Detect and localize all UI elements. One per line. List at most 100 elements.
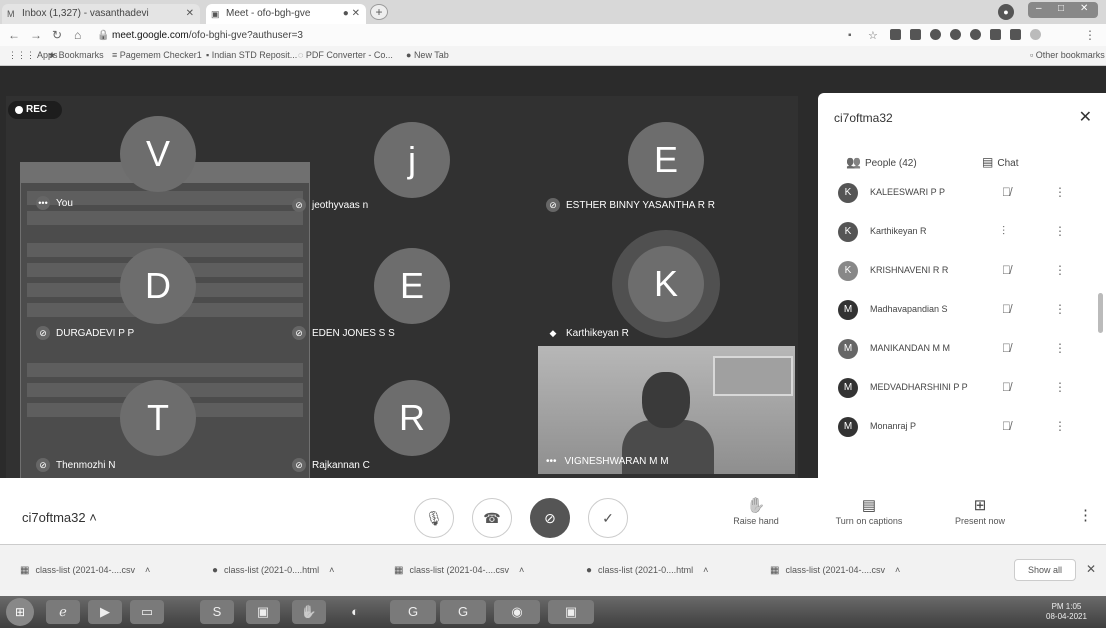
app-icon[interactable]: ✋ xyxy=(292,600,326,624)
extension-icon[interactable] xyxy=(890,29,901,40)
chevron-up-icon[interactable]: ˄ xyxy=(145,565,150,575)
tab-people[interactable]: 👥 People (42) xyxy=(846,155,917,169)
extension-icon[interactable] xyxy=(910,29,921,40)
list-item[interactable]: M MEDVADHARSHINI P P 🎙̸ ⋮ xyxy=(818,372,1094,411)
speaking-icon: ◆ xyxy=(549,328,557,338)
profile-icon[interactable]: ● xyxy=(998,4,1014,20)
menu-icon[interactable]: ⋮ xyxy=(1084,28,1096,42)
chevron-up-icon[interactable]: ˄ xyxy=(703,565,708,575)
bookmark-indian-std[interactable]: ▪ Indian STD Reposit... xyxy=(206,50,297,60)
chevron-up-icon[interactable]: ˄ xyxy=(329,565,334,575)
mic-off-icon: 🎙̸ xyxy=(1002,263,1011,277)
participant-video: ••• VIGNESHWARAN M M xyxy=(538,346,795,474)
start-button[interactable]: ⊞ xyxy=(6,598,34,626)
new-tab-button[interactable]: + xyxy=(370,4,388,20)
list-item[interactable]: K Karthikeyan R ⫶ ⋮ xyxy=(818,216,1094,255)
image-viewer-icon[interactable]: ▣ xyxy=(246,600,280,624)
extension-icon[interactable] xyxy=(990,29,1001,40)
camera-button[interactable]: ⊘ xyxy=(530,498,570,538)
reload-icon[interactable]: ↻ xyxy=(52,28,62,42)
more-icon[interactable]: ⋮ xyxy=(1054,224,1066,238)
scrollbar[interactable] xyxy=(1098,293,1103,333)
meeting-controls-bar: ci7oftma32 ˄ 🎙 ☎ ⊘ ✓ ✋ Raise hand ▤ Turn o… xyxy=(0,478,1106,544)
close-icon[interactable]: ✕ xyxy=(186,8,194,19)
list-item[interactable]: M Madhavapandian S 🎙̸ ⋮ xyxy=(818,294,1094,333)
bookmark-bookmarks[interactable]: ★ Bookmarks xyxy=(48,50,104,61)
chevron-up-icon[interactable]: ˄ xyxy=(895,565,900,575)
back-icon[interactable]: ← xyxy=(8,28,20,42)
lock-icon[interactable]: 🔒 xyxy=(97,30,109,41)
extension-icon[interactable] xyxy=(930,29,941,40)
avatar-icon[interactable] xyxy=(1030,29,1041,40)
extension-icon[interactable] xyxy=(950,29,961,40)
download-item[interactable]: ● class-list (2021-0....html ˄ xyxy=(212,565,334,576)
list-item[interactable]: K KRISHNAVENI R R 🎙̸ ⋮ xyxy=(818,255,1094,294)
app-icon[interactable]: S xyxy=(200,600,234,624)
present-icon: ⊞ xyxy=(973,497,987,514)
list-item[interactable]: M Monanraj P 🎙̸ ⋮ xyxy=(818,411,1094,450)
tab-inbox[interactable]: M Inbox (1,327) - vasanthadevi ✕ xyxy=(2,4,200,24)
tab-chat[interactable]: ▤ Chat xyxy=(982,155,1018,169)
chrome-icon[interactable]: G xyxy=(440,600,486,624)
close-icon[interactable]: ● ✕ xyxy=(343,8,360,19)
app-icon[interactable]: ◉ xyxy=(494,600,540,624)
more-icon[interactable]: ••• xyxy=(546,456,557,467)
close-icon[interactable]: ✕ xyxy=(1079,107,1092,127)
show-all-button[interactable]: Show all xyxy=(1014,559,1076,581)
more-icon[interactable]: ⋮ xyxy=(1054,302,1066,316)
more-icon[interactable]: ⋮ xyxy=(1054,341,1066,355)
app-icon[interactable]: ▣ xyxy=(548,600,594,624)
maximize-icon[interactable]: □ xyxy=(1058,3,1064,14)
panel-title: ci7oftma32 xyxy=(834,111,893,125)
media-player-icon[interactable]: ▶ xyxy=(88,600,122,624)
participant-avatar: V xyxy=(120,116,196,192)
close-window-icon[interactable]: ✕ xyxy=(1080,3,1088,14)
check-button[interactable]: ✓ xyxy=(588,498,628,538)
bookmark-other[interactable]: ▫ Other bookmarks xyxy=(1030,50,1105,60)
download-item[interactable]: ▦ class-list (2021-04-....csv ˄ xyxy=(20,565,150,576)
forward-icon[interactable]: → xyxy=(30,28,42,42)
more-icon[interactable]: ⋮ xyxy=(1054,380,1066,394)
system-clock[interactable]: PM 1:05 08-04-2021 xyxy=(1046,602,1087,622)
camera-blocked-icon[interactable]: ▪ xyxy=(848,30,852,41)
hand-icon: ✋ xyxy=(746,497,766,514)
download-item[interactable]: ▦ class-list (2021-04-....csv ˄ xyxy=(770,565,900,576)
chat-icon: ▤ xyxy=(982,155,994,169)
bookmark-pdf-converter[interactable]: ◌ PDF Converter - Co... xyxy=(298,50,393,60)
chrome-icon[interactable]: G xyxy=(390,600,436,624)
list-item[interactable]: M MANIKANDAN M M 🎙̸ ⋮ xyxy=(818,333,1094,372)
star-icon[interactable]: ☆ xyxy=(868,29,878,42)
more-options-icon[interactable]: ⋮ xyxy=(1078,506,1093,524)
download-item[interactable]: ▦ class-list (2021-04-....csv ˄ xyxy=(394,565,524,576)
mic-button[interactable]: 🎙 xyxy=(414,498,454,538)
folder-icon[interactable]: ▭ xyxy=(130,600,164,624)
extension-icon[interactable] xyxy=(970,29,981,40)
home-icon[interactable]: ⌂ xyxy=(74,28,81,42)
close-icon[interactable]: ✕ xyxy=(1086,562,1096,576)
window-controls[interactable]: – □ ✕ xyxy=(1028,2,1098,18)
more-icon[interactable]: ⋮ xyxy=(1054,263,1066,277)
phone-hangup-icon: ☎ xyxy=(483,510,501,526)
leave-call-button[interactable]: ☎ xyxy=(472,498,512,538)
bookmark-pagemem[interactable]: ≡ Pagemem Checker1 xyxy=(112,50,202,60)
participant-name: ◆ Karthikeyan R xyxy=(546,326,629,340)
meeting-code[interactable]: ci7oftma32 ˄ xyxy=(22,510,97,525)
ie-icon[interactable]: ℯ xyxy=(46,600,80,624)
more-icon[interactable]: ⋮ xyxy=(1054,185,1066,199)
download-item[interactable]: ● class-list (2021-0....html ˄ xyxy=(586,565,708,576)
file-icon: ▦ xyxy=(20,565,30,576)
raise-hand-button[interactable]: ✋ Raise hand xyxy=(716,496,796,526)
chevron-up-icon[interactable]: ˄ xyxy=(519,565,524,575)
list-item[interactable]: K KALEESWARI P P 🎙̸ ⋮ xyxy=(818,177,1094,216)
tab-meet[interactable]: ▣ Meet - ofo-bgh-gve ● ✕ xyxy=(206,4,366,24)
more-icon[interactable]: ⋮ xyxy=(1054,419,1066,433)
app-icon[interactable]: ◐ xyxy=(338,600,372,624)
bookmark-new-tab[interactable]: ● New Tab xyxy=(406,50,449,60)
url-field[interactable]: meet.google.com/ofo-bghi-gve?authuser=3 xyxy=(112,30,303,41)
more-icon[interactable]: ••• xyxy=(36,196,50,210)
mic-icon: 🎙 xyxy=(425,510,443,526)
present-now-button[interactable]: ⊞ Present now xyxy=(940,496,1020,526)
puzzle-icon[interactable] xyxy=(1010,29,1021,40)
minimize-icon[interactable]: – xyxy=(1036,3,1042,14)
captions-button[interactable]: ▤ Turn on captions xyxy=(822,496,916,526)
